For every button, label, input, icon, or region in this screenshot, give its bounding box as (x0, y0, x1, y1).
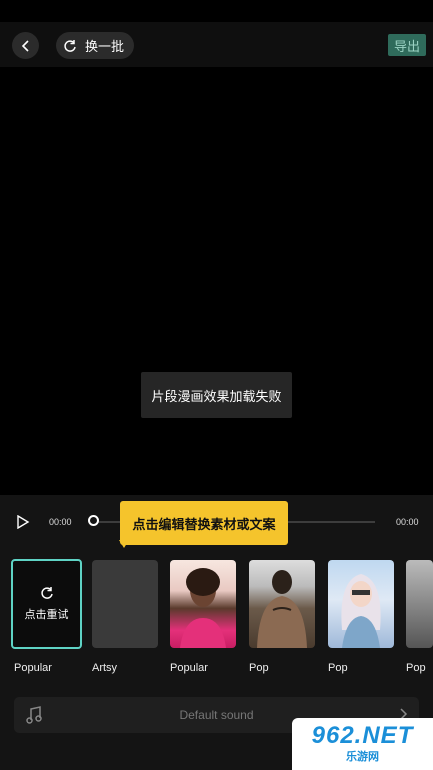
style-card-pop-3-thumbnail[interactable] (406, 560, 433, 648)
style-name: Pop (406, 662, 426, 674)
style-name: Artsy (92, 662, 118, 674)
portrait-image (341, 574, 381, 648)
current-time: 00:00 (49, 517, 72, 527)
edit-hint-tooltip[interactable]: 点击编辑替换素材或文案 (120, 501, 288, 545)
watermark-sub: 乐游网 (346, 751, 379, 763)
refresh-icon (64, 39, 76, 52)
style-name: Popular (14, 662, 52, 674)
video-preview[interactable] (0, 67, 433, 495)
back-button[interactable] (12, 32, 39, 59)
timeline-scrubber[interactable] (88, 515, 99, 526)
refresh-batch-label: 换一批 (85, 39, 125, 54)
site-watermark-logo: 962.NET 乐游网 (292, 718, 433, 770)
style-card-artsy[interactable] (92, 560, 158, 648)
style-card-popular-thumbnail[interactable] (170, 560, 236, 648)
refresh-batch-button[interactable]: 换一批 (56, 32, 134, 59)
total-time: 00:00 (396, 517, 419, 527)
play-icon[interactable] (16, 515, 30, 529)
load-failed-toast: 片段漫画效果加载失败 (141, 372, 292, 418)
top-bar: 换一批 导出 (0, 22, 433, 67)
style-list: 点击重试 Popular Artsy Popular Pop Pop Pop (0, 559, 433, 680)
style-name: Pop (328, 662, 348, 674)
style-name: Popular (170, 662, 208, 674)
portrait-image (257, 570, 307, 648)
style-card-pop-2-thumbnail[interactable] (328, 560, 394, 648)
tooltip-arrow (119, 540, 129, 548)
watermark-main: 962.NET (311, 722, 414, 749)
chevron-left-icon (21, 39, 29, 52)
style-name: Pop (249, 662, 269, 674)
refresh-icon (40, 587, 53, 599)
retry-label: 点击重试 (24, 609, 69, 621)
style-card-retry[interactable]: 点击重试 (11, 559, 82, 649)
style-card-pop-1-thumbnail[interactable] (249, 560, 315, 648)
portrait-image (180, 568, 226, 648)
export-button[interactable]: 导出 (388, 34, 426, 56)
